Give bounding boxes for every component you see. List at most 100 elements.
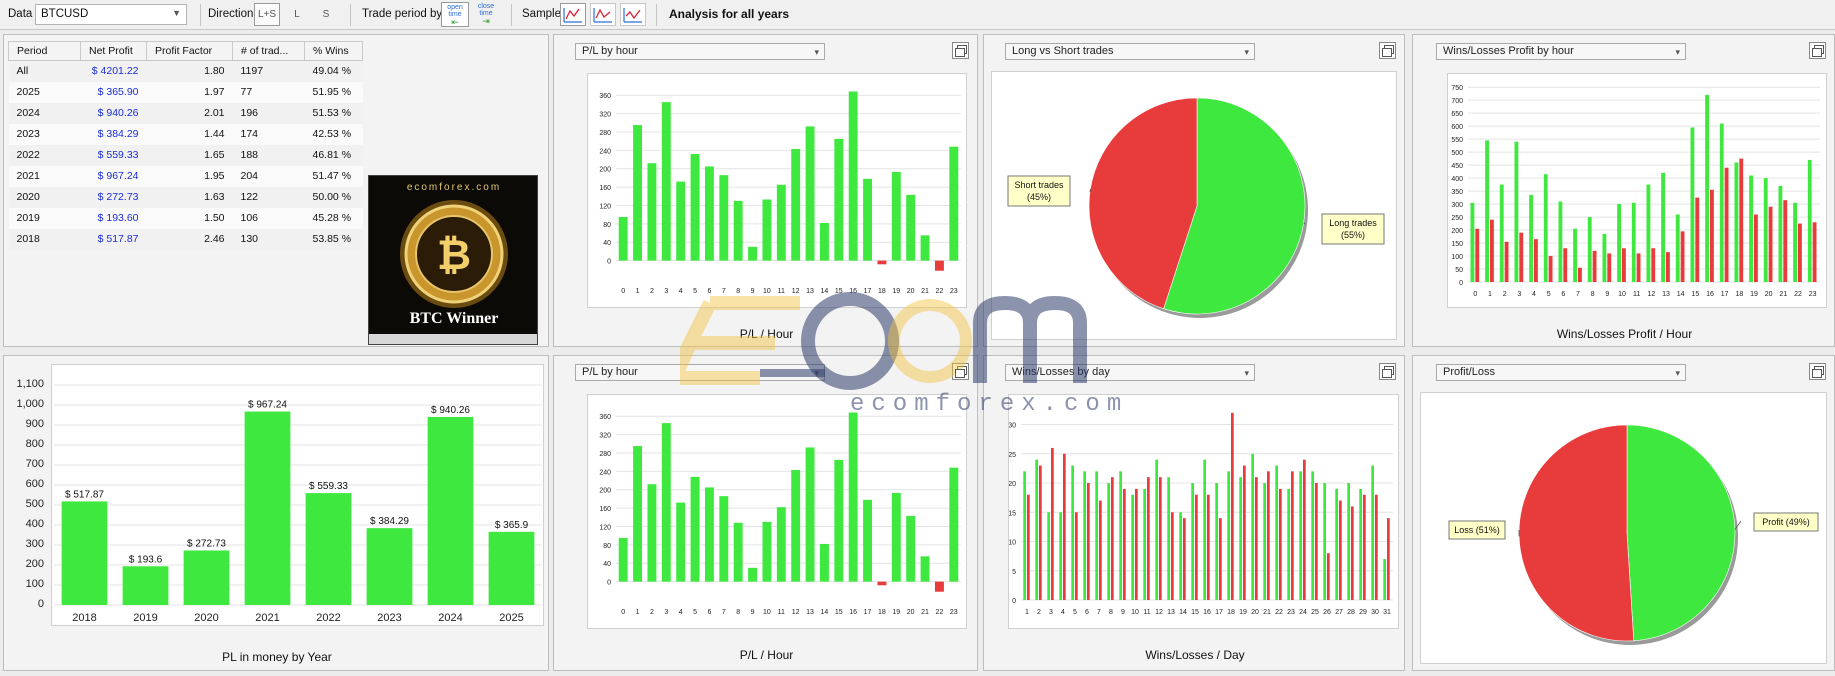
chart-type-select[interactable]: Wins/Losses by day ▾ [1005, 364, 1255, 381]
bar [819, 222, 829, 261]
sample-out-button[interactable] [620, 3, 646, 26]
x-tick-label: 26 [1323, 609, 1331, 616]
bar [1135, 488, 1138, 600]
data-label: $ 517.87 [65, 489, 104, 500]
panel-header: Wins/Losses by day ▾ [984, 356, 1404, 386]
chart-type-select[interactable]: P/L by hour ▾ [575, 364, 825, 381]
wins-cell: 51.53 % [304, 102, 363, 124]
slice-label: Short trades [1014, 180, 1064, 190]
x-tick-label: 9 [1121, 609, 1125, 616]
x-tick-label: 23 [950, 288, 958, 295]
bar [848, 412, 858, 582]
y-tick-label: 120 [599, 203, 611, 210]
bar [1263, 483, 1266, 600]
pie-slice [1626, 424, 1736, 642]
maximize-icon[interactable] [952, 363, 969, 380]
bar [1371, 465, 1374, 600]
x-axis-title: P/L / Hour [739, 648, 794, 662]
bar [934, 260, 944, 271]
y-tick-label: 15 [1009, 510, 1016, 517]
sample-all-button[interactable] [560, 3, 586, 26]
slice-label: (55%) [1341, 230, 1365, 240]
x-tick-label: 19 [892, 288, 900, 295]
y-tick-label: 1,000 [16, 398, 44, 410]
chevron-down-icon: ▾ [1675, 368, 1680, 378]
bar [488, 531, 535, 605]
table-row[interactable]: 2021 $ 967.24 1.95 204 51.47 % [8, 165, 363, 187]
direction-long-button[interactable]: L [287, 3, 307, 26]
analysis-title: Analysis for all years [669, 7, 790, 21]
column-header[interactable]: % Wins [304, 41, 363, 61]
y-tick-label: 100 [26, 578, 44, 590]
bar [1470, 202, 1475, 282]
sample-in-button[interactable] [590, 3, 616, 26]
table-row[interactable]: All $ 4201.22 1.80 1197 49.04 % [8, 60, 363, 82]
chevron-down-icon: ▾ [1675, 47, 1680, 57]
y-tick-label: 300 [26, 538, 44, 550]
direction-both-button[interactable]: L+S [254, 3, 280, 26]
direction-short-button[interactable]: S [316, 3, 336, 26]
x-tick-label: 18 [878, 609, 886, 616]
table-row[interactable]: 2023 $ 384.29 1.44 174 42.53 % [8, 123, 363, 145]
x-tick-label: 0 [621, 288, 625, 295]
chart-type-value: Wins/Losses Profit by hour [1443, 45, 1574, 57]
period-cell: All [8, 60, 81, 82]
x-tick-label: 4 [679, 609, 683, 616]
profit-loss-panel: Profit/Loss ▾ Profit (49%) Loss (51%) [1412, 355, 1835, 671]
table-row[interactable]: 2025 $ 365.90 1.97 77 51.95 % [8, 81, 363, 103]
promo-title: BTC Winner [409, 310, 499, 327]
chart-type-select[interactable]: P/L by hour ▾ [575, 43, 825, 60]
table-row[interactable]: 2020 $ 272.73 1.63 122 50.00 % [8, 186, 363, 208]
bar [1383, 559, 1386, 600]
y-tick-label: 700 [1451, 98, 1463, 105]
maximize-icon[interactable] [952, 42, 969, 59]
profit-factor-cell: 1.95 [146, 165, 233, 187]
bar [906, 515, 916, 582]
bar [1768, 206, 1773, 282]
table-row[interactable]: 2018 $ 517.87 2.46 130 53.85 % [8, 228, 363, 250]
chart-type-select[interactable]: Profit/Loss ▾ [1436, 364, 1686, 381]
y-tick-label: 40 [603, 240, 611, 247]
x-tick-label: 6 [707, 288, 711, 295]
column-header[interactable]: Period [8, 41, 81, 61]
column-header[interactable]: # of trad... [232, 41, 305, 61]
x-axis-title: P/L / Hour [739, 327, 794, 341]
maximize-icon[interactable] [1379, 42, 1396, 59]
period-close-time-button[interactable]: close time ⇥ [472, 2, 500, 27]
y-tick-label: 200 [599, 167, 611, 174]
column-header[interactable]: Profit Factor [146, 41, 233, 61]
maximize-icon[interactable] [1809, 363, 1826, 380]
bar [719, 175, 729, 261]
chart-type-select[interactable]: Wins/Losses Profit by hour ▾ [1436, 43, 1686, 60]
table-row[interactable]: 2019 $ 193.60 1.50 106 45.28 % [8, 207, 363, 229]
period-open-time-button[interactable]: open time ⇤ [441, 2, 469, 27]
bar [1215, 483, 1218, 600]
bar [676, 502, 686, 582]
table-row[interactable]: 2022 $ 559.33 1.65 188 46.81 % [8, 144, 363, 166]
bar [949, 467, 959, 582]
maximize-icon[interactable] [1809, 42, 1826, 59]
trades-cell: 204 [232, 165, 305, 187]
sample-label: Sample [522, 8, 561, 20]
x-tick-label: 11 [778, 609, 785, 616]
column-header[interactable]: Net Profit [80, 41, 147, 61]
y-tick-label: 400 [26, 518, 44, 530]
plot-area: 0 40 80 120 160 200 240 280 320 360 0 1 2 3 4 5 6 7 8 9 10 11… [587, 394, 967, 629]
bar [776, 507, 786, 582]
maximize-icon[interactable] [1379, 363, 1396, 380]
chart-type-select[interactable]: Long vs Short trades ▾ [1005, 43, 1255, 60]
symbol-select[interactable]: BTCUSD ▼ [35, 4, 187, 25]
trades-cell: 174 [232, 123, 305, 145]
y-tick-label: 320 [599, 433, 611, 440]
x-tick-label: 1 [1025, 609, 1029, 616]
pl-by-year-chart: 2018 2019 2020 2021 2022 2023 2024 2025 $ 517.87… [54, 384, 542, 624]
table-row[interactable]: 2024 $ 940.26 2.01 196 51.53 % [8, 102, 363, 124]
x-tick-label: 21 [921, 288, 929, 295]
bar [647, 484, 657, 582]
bar [1592, 250, 1597, 282]
trades-cell: 122 [232, 186, 305, 208]
x-tick-label: 2018 [72, 612, 96, 624]
x-tick-label: 2 [650, 609, 654, 616]
chart-type-value: P/L by hour [582, 366, 638, 378]
y-tick-label: 150 [1451, 241, 1463, 248]
